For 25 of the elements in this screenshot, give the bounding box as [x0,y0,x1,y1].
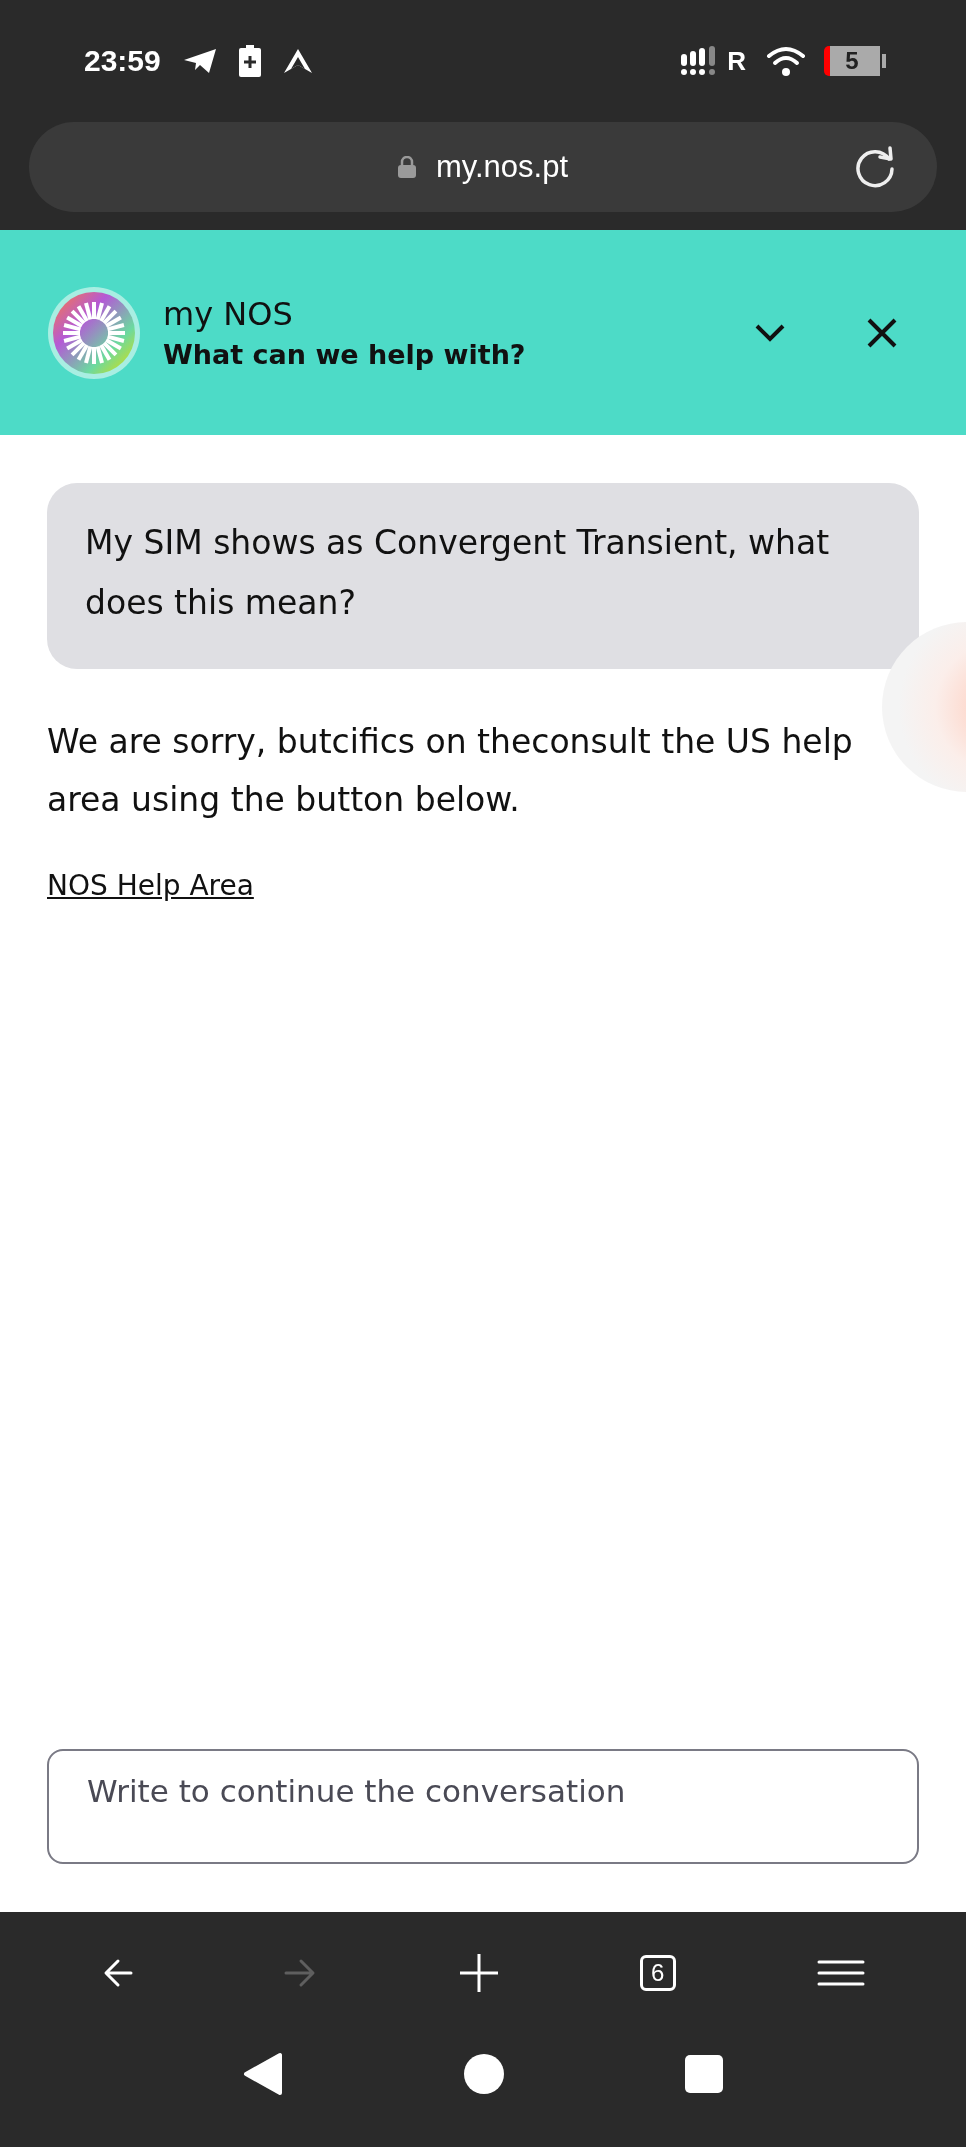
battery-charging-icon [238,45,261,77]
back-triangle-icon[interactable] [243,2052,283,2096]
wifi-icon [766,45,806,77]
bot-message: We are sorry, butcifics on theconsult the US help area using the button below. [47,721,854,821]
close-icon[interactable] [866,316,898,349]
status-time: 23:59 [84,44,161,78]
network-label: R [727,45,746,77]
logo-icon [47,285,141,380]
plus-icon[interactable] [460,1954,498,1992]
lock-icon [397,156,416,178]
paper-plane-icon [182,48,217,74]
url-text: my.nos.pt [435,149,569,185]
signal-icon [681,46,718,76]
address-bar[interactable]: my.nos.pt [29,122,937,212]
message-input[interactable]: Write to continue the conversation [47,1749,919,1864]
home-circle-icon[interactable] [463,2053,505,2095]
triangle-icon [282,48,313,74]
help-link[interactable]: NOS Help Area [47,869,254,902]
chat-title: my NOS [163,295,294,333]
chevron-down-icon[interactable] [754,322,786,343]
user-message: My SIM shows as Convergent Transient, what does this mean? [47,483,919,669]
reload-icon[interactable] [853,145,897,189]
battery-level: 5 [824,46,886,76]
chat-subtitle: What can we help with? [163,339,526,370]
tab-count-button[interactable]: 6 [639,1955,676,1991]
